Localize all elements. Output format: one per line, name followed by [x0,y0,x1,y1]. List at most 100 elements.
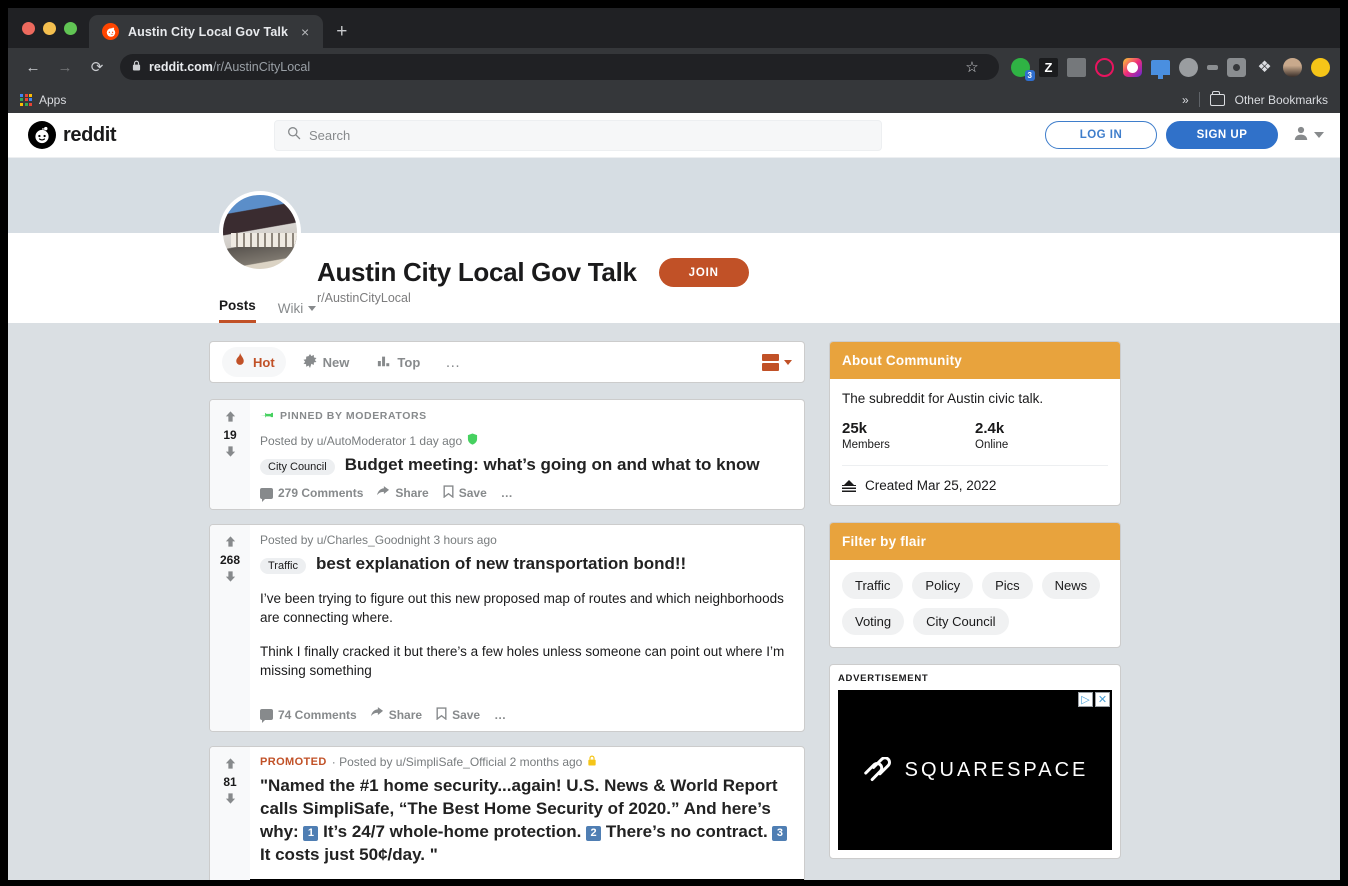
vote-column: 19 [210,400,250,510]
screenshot-extension-icon[interactable] [1227,57,1246,77]
share-label: Share [395,486,429,501]
post-text: I’ve been trying to figure out this new … [260,589,792,681]
online-stat: 2.4k Online [975,420,1108,451]
join-button[interactable]: JOIN [658,258,749,287]
image-extension-icon[interactable] [1067,57,1086,77]
new-tab-button[interactable]: + [323,15,360,48]
post-actions: 74 Comments Share Save … [260,707,792,724]
comments-button[interactable]: 74 Comments [260,707,357,724]
online-label: Online [975,439,1009,451]
tab-posts[interactable]: Posts [219,298,256,323]
advertisement-card: ADVERTISEMENT ▷ ✕ SQUARESPACE [829,664,1121,859]
sort-hot-button[interactable]: Hot [222,347,286,377]
post-flair[interactable]: Traffic [260,558,306,575]
sort-top-label: Top [397,354,421,370]
flair-chip-policy[interactable]: Policy [912,572,974,599]
flair-chip-voting[interactable]: Voting [842,608,905,635]
post-card[interactable]: 81 PROMOTED · Posted by u/SimpliSafe_Off… [209,745,805,880]
instagram-extension-icon[interactable] [1123,57,1142,77]
flair-chip-traffic[interactable]: Traffic [842,572,904,599]
downvote-button[interactable] [224,445,237,460]
puzzle-extensions-icon[interactable]: ❖ [1255,58,1274,77]
reddit-logo[interactable]: reddit [24,121,274,149]
profile-avatar-icon[interactable] [1283,57,1302,77]
reddit-wordmark: reddit [63,123,117,146]
post-flair[interactable]: City Council [260,459,335,475]
save-button[interactable]: Save [443,485,487,501]
coin-extension-icon[interactable] [1311,57,1330,77]
ad-brand-name: SQUARESPACE [904,758,1089,781]
maximize-window-button[interactable] [64,21,77,35]
screencast-extension-icon[interactable] [1151,59,1170,79]
window-traffic-lights [18,8,89,48]
bookmark-star-icon[interactable]: ☆ [957,52,987,82]
upvote-button[interactable] [224,410,237,425]
advertisement-creative[interactable]: ▷ ✕ SQUARESPACE [838,690,1112,850]
members-count: 25k [842,420,868,437]
pocket-extension-icon[interactable] [1095,57,1114,77]
tab-wiki[interactable]: Wiki [278,301,317,323]
save-label: Save [452,707,481,722]
post-more-button[interactable]: … [501,486,513,500]
sort-hot-label: Hot [253,354,275,370]
sign-up-button[interactable]: SIGN UP [1166,121,1278,149]
flair-chip-city-council[interactable]: City Council [913,608,1009,635]
post-title[interactable]: Budget meeting: what’s going on and what… [345,454,760,475]
dash-extension-icon[interactable] [1207,64,1218,70]
save-button[interactable]: Save [436,707,480,723]
upvote-button[interactable] [224,535,237,550]
bar-chart-icon [377,354,391,371]
minimize-window-button[interactable] [43,21,56,35]
community-stats: 25k Members 2.4k Online [842,420,1108,451]
circle-extension-icon[interactable] [1179,57,1198,77]
close-tab-button[interactable]: × [297,25,313,39]
address-bar[interactable]: reddit.com/r/AustinCityLocal ☆ [120,54,999,80]
post-title-row: Traffic best explanation of new transpor… [260,553,792,575]
apps-grid-icon[interactable] [20,93,32,106]
messages-extension-icon[interactable]: 3 [1011,57,1035,81]
about-community-header: About Community [830,342,1120,379]
browser-tab[interactable]: Austin City Local Gov Talk × [89,15,324,48]
promoted-label: PROMOTED [260,755,327,768]
sort-more-button[interactable]: … [437,354,469,371]
share-button[interactable]: Share [370,707,422,722]
share-button[interactable]: Share [377,485,429,501]
user-menu-button[interactable] [1287,125,1324,146]
reload-button[interactable]: ⟳ [82,52,112,82]
lock-icon [132,60,141,74]
flair-chip-pics[interactable]: Pics [982,572,1033,599]
url-host: reddit.com [149,60,213,74]
upvote-button[interactable] [224,757,237,772]
comments-button[interactable]: 279 Comments [260,486,363,502]
downvote-button[interactable] [224,570,237,585]
other-bookmarks-label[interactable]: Other Bookmarks [1235,93,1328,107]
sort-new-button[interactable]: New [292,347,361,377]
ad-info-button[interactable]: ▷ [1078,692,1093,707]
close-window-button[interactable] [22,21,35,35]
layout-toggle-button[interactable] [762,353,792,371]
post-title[interactable]: "Named the #1 home security...again! U.S… [260,775,792,867]
log-in-button[interactable]: LOG IN [1045,121,1157,149]
post-card[interactable]: 268 Posted by u/Charles_Goodnight 3 hour… [209,524,805,732]
promoted-media[interactable] [250,878,804,880]
subreddit-avatar [219,191,301,273]
search-input[interactable] [309,127,869,143]
share-icon [377,485,390,501]
ad-close-button[interactable]: ✕ [1095,692,1110,707]
search-bar[interactable] [274,119,882,151]
flair-chip-news[interactable]: News [1041,572,1101,599]
forward-button[interactable]: → [50,52,80,82]
downvote-button[interactable] [224,792,237,807]
sort-top-button[interactable]: Top [366,347,431,377]
comments-label: 74 Comments [278,707,357,722]
post-more-button[interactable]: … [494,708,506,722]
apps-bookmark-label[interactable]: Apps [39,93,66,107]
back-button[interactable]: ← [18,52,48,82]
community-description-strong: Austin civic talk. [947,391,1044,406]
post-title[interactable]: best explanation of new transportation b… [316,553,686,574]
browser-window: Austin City Local Gov Talk × + ← → ⟳ red… [8,8,1340,880]
zotero-extension-icon[interactable]: Z [1039,57,1058,77]
reddit-logo-icon [28,121,56,149]
post-card[interactable]: 19 PINNED BY MODERATORS Posted by u/Auto… [209,399,805,511]
bookmarks-overflow-button[interactable]: » [1182,93,1189,107]
